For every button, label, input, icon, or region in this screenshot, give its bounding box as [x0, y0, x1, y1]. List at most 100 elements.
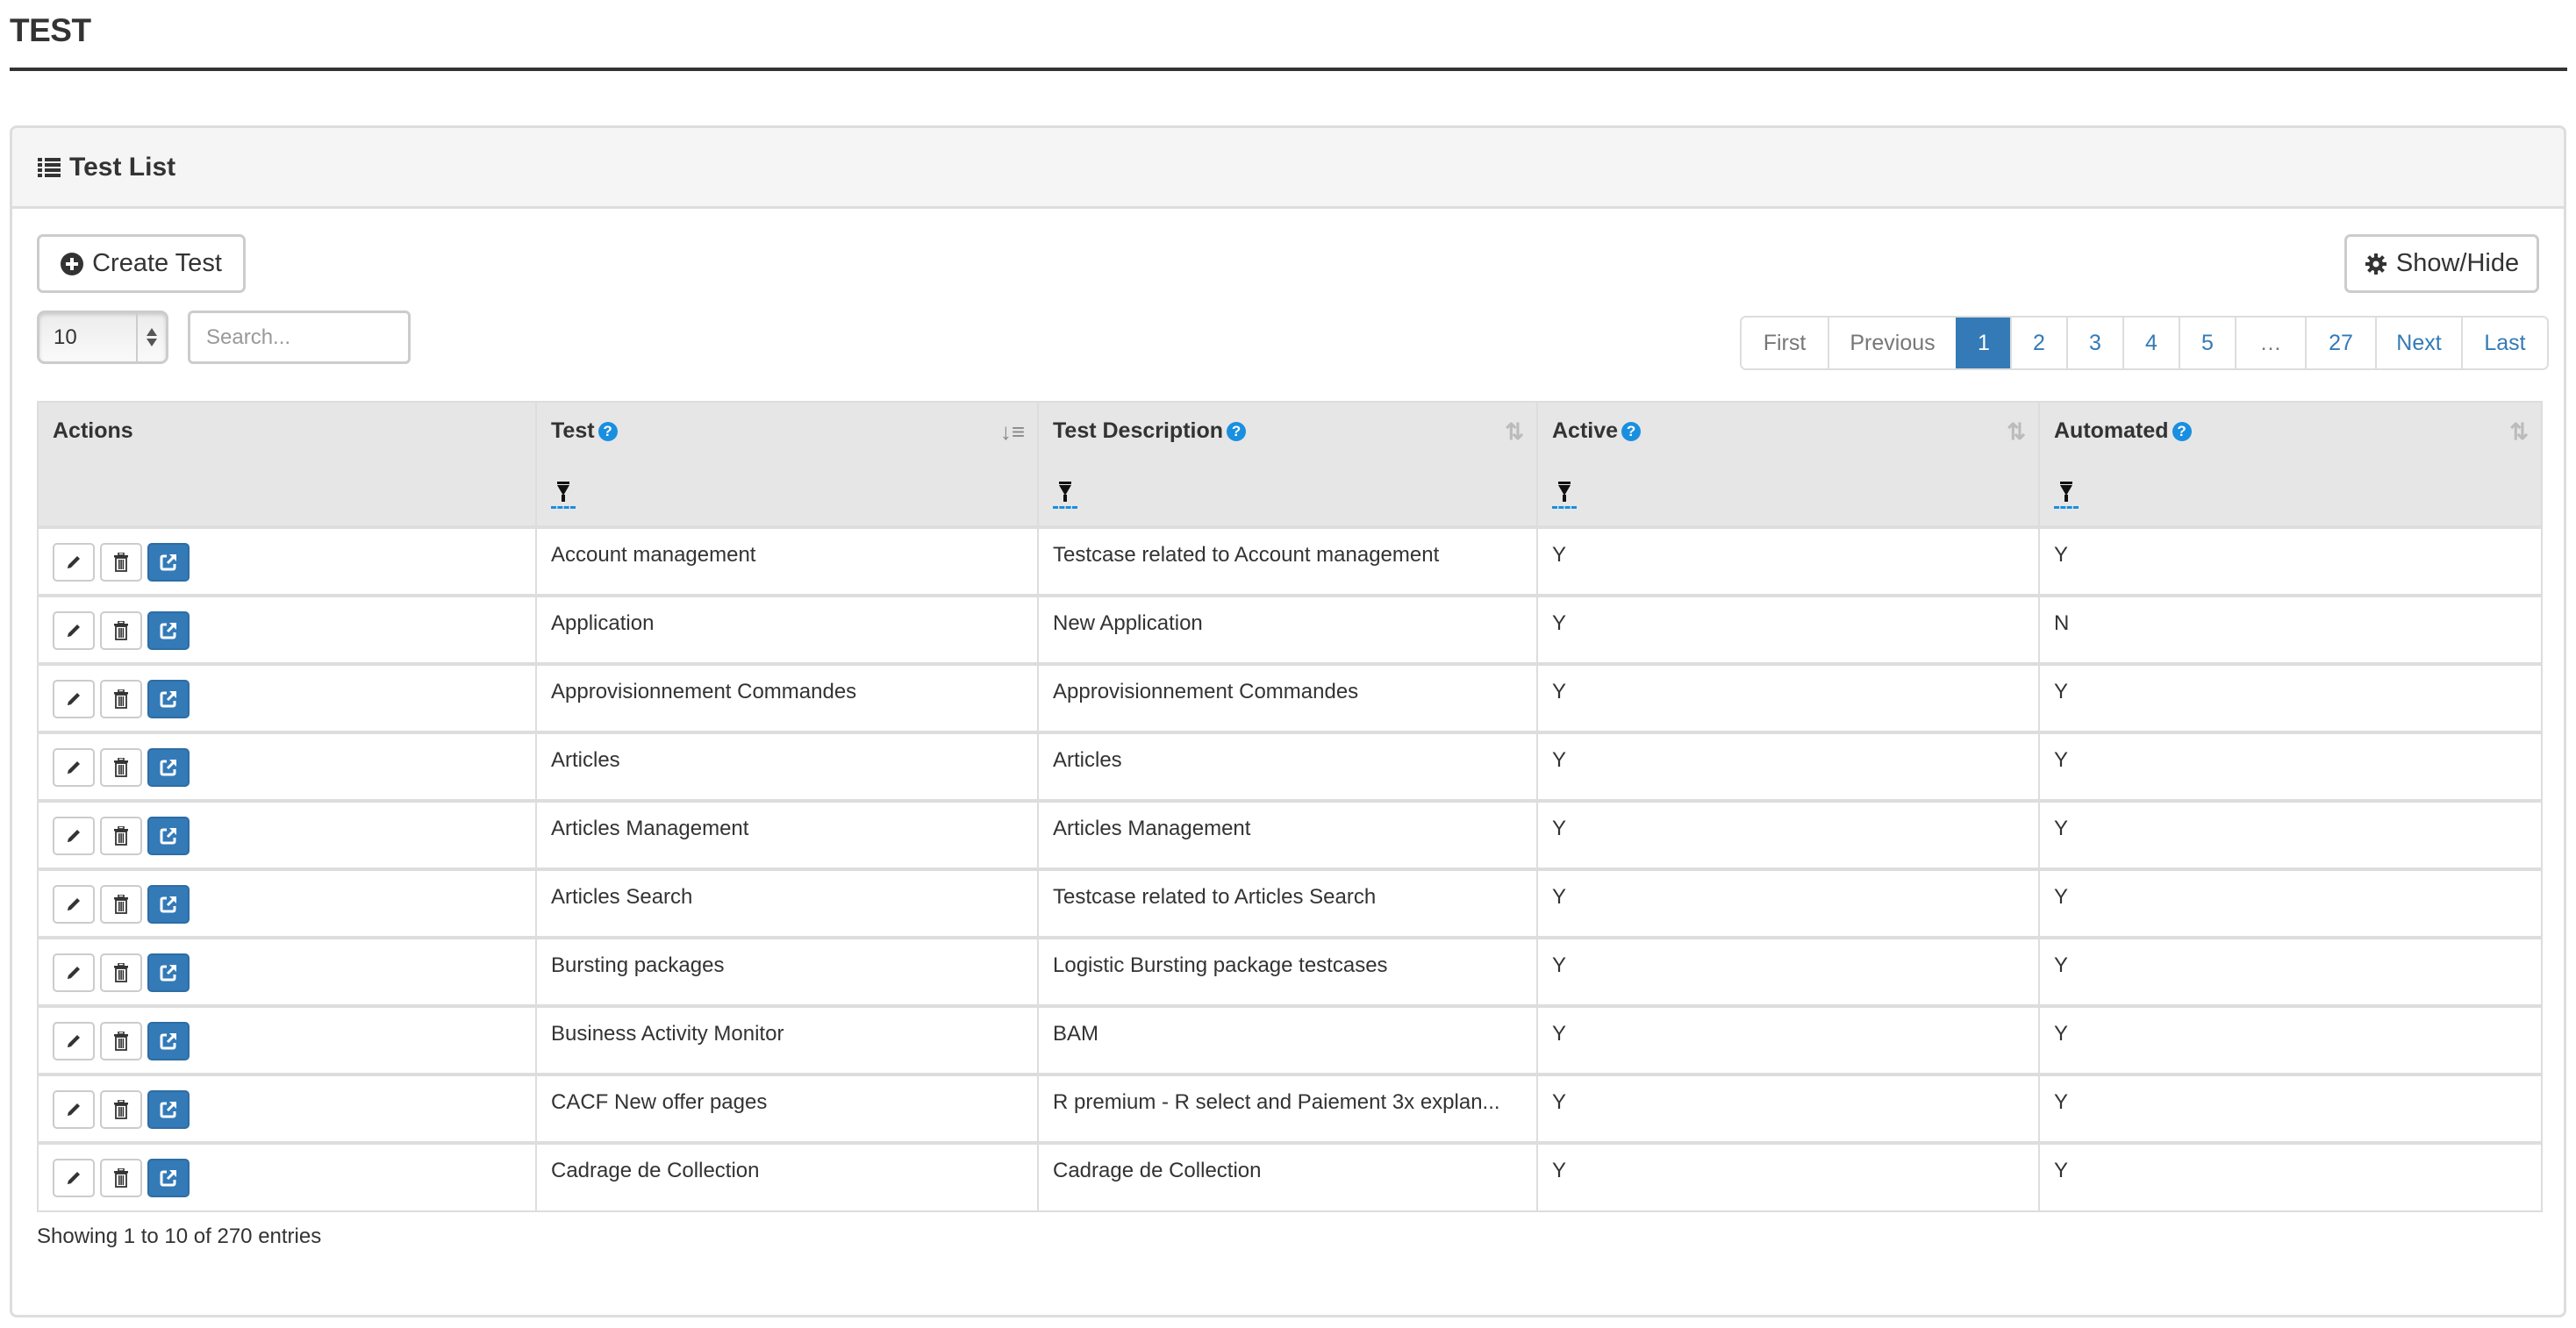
open-button[interactable]	[147, 885, 190, 924]
edit-button[interactable]	[53, 817, 95, 855]
delete-button[interactable]	[100, 611, 142, 650]
delete-button[interactable]	[100, 680, 142, 718]
open-button[interactable]	[147, 817, 190, 855]
help-icon[interactable]: ?	[597, 422, 618, 441]
edit-button[interactable]	[53, 611, 95, 650]
create-test-label: Create Test	[92, 249, 222, 277]
edit-icon	[65, 827, 82, 845]
page-button[interactable]: 5	[2179, 318, 2235, 368]
list-icon	[38, 157, 61, 178]
delete-button[interactable]	[100, 1090, 142, 1129]
sort-ascending-icon[interactable]: ↓≡	[1000, 418, 1025, 446]
column-filter-button[interactable]	[1552, 480, 1577, 509]
open-button[interactable]	[147, 611, 190, 650]
open-button[interactable]	[147, 953, 190, 992]
table-row[interactable]: Bursting packages Logistic Bursting packa…	[37, 936, 2543, 1007]
page-button[interactable]: 2	[2010, 318, 2066, 368]
edit-button[interactable]	[53, 1159, 95, 1197]
delete-button[interactable]	[100, 1022, 142, 1060]
column-header[interactable]: Test? ↓≡	[535, 401, 1039, 466]
page-button[interactable]: 3	[2066, 318, 2122, 368]
column-filter-button[interactable]	[2054, 480, 2079, 509]
cell-active: Y	[1536, 731, 2040, 802]
table-row[interactable]: Cadrage de Collection Cadrage de Collecti…	[37, 1141, 2543, 1212]
delete-button[interactable]	[100, 748, 142, 787]
cell-description: Articles Management	[1037, 799, 1538, 870]
page-button[interactable]: …	[2235, 318, 2305, 368]
page-button[interactable]: 1	[1956, 318, 2010, 368]
table-info: Showing 1 to 10 of 270 entries	[37, 1224, 322, 1248]
edit-button[interactable]	[53, 1022, 95, 1060]
cell-description: New Application	[1037, 594, 1538, 665]
sort-icon[interactable]: ⇅	[1505, 418, 1524, 446]
delete-button[interactable]	[100, 1159, 142, 1197]
trash-icon	[113, 689, 129, 709]
column-filter-button[interactable]	[1053, 480, 1077, 509]
cell-test: CACF New offer pages	[535, 1073, 1039, 1144]
cell-automated: Y	[2038, 1073, 2543, 1144]
delete-button[interactable]	[100, 953, 142, 992]
open-button[interactable]	[147, 1159, 190, 1197]
delete-button[interactable]	[100, 817, 142, 855]
table-row[interactable]: Approvisionnement Commandes Approvisionne…	[37, 662, 2543, 733]
page-button[interactable]: 27	[2305, 318, 2375, 368]
test-table: Actions Test? ↓≡ Test Description? ⇅ Active? ⇅…	[37, 401, 2543, 1212]
cell-description: Testcase related to Account management	[1037, 525, 1538, 596]
open-button[interactable]	[147, 748, 190, 787]
help-icon[interactable]: ?	[1227, 422, 1247, 441]
edit-button[interactable]	[53, 1090, 95, 1129]
open-button[interactable]	[147, 1022, 190, 1060]
trash-icon	[113, 621, 129, 640]
edit-button[interactable]	[53, 953, 95, 992]
table-row[interactable]: Articles Articles Y Y	[37, 731, 2543, 802]
column-filter-cell	[37, 466, 537, 528]
column-filter-cell	[2038, 466, 2543, 528]
sort-icon[interactable]: ⇅	[2007, 418, 2026, 446]
table-row[interactable]: Articles Management Articles Management Y Y	[37, 799, 2543, 870]
edit-button[interactable]	[53, 885, 95, 924]
delete-button[interactable]	[100, 885, 142, 924]
table-row[interactable]: Application New Application Y N	[37, 594, 2543, 665]
column-header[interactable]: Active? ⇅	[1536, 401, 2040, 466]
cell-test: Application	[535, 594, 1039, 665]
edit-icon	[65, 964, 82, 982]
cell-automated: Y	[2038, 1141, 2543, 1212]
column-filter-cell	[1037, 466, 1538, 528]
sort-icon[interactable]: ⇅	[2509, 418, 2529, 446]
page-button[interactable]: Previous	[1828, 318, 1956, 368]
page-button[interactable]: First	[1742, 318, 1828, 368]
title-divider	[10, 68, 2567, 71]
page-length-select[interactable]: 10	[37, 311, 168, 364]
column-header-label: Automated	[2054, 418, 2169, 443]
table-row[interactable]: Business Activity Monitor BAM Y Y	[37, 1004, 2543, 1075]
cell-test: Approvisionnement Commandes	[535, 662, 1039, 733]
open-button[interactable]	[147, 543, 190, 582]
column-header[interactable]: Automated? ⇅	[2038, 401, 2543, 466]
edit-button[interactable]	[53, 748, 95, 787]
actions-cell	[37, 936, 537, 1007]
help-icon[interactable]: ?	[2172, 422, 2192, 441]
trash-icon	[113, 826, 129, 846]
column-header[interactable]: Test Description? ⇅	[1037, 401, 1538, 466]
page-button[interactable]: 4	[2122, 318, 2179, 368]
gear-icon	[2365, 253, 2386, 275]
open-button[interactable]	[147, 1090, 190, 1129]
table-row[interactable]: Account management Testcase related to Ac…	[37, 525, 2543, 596]
page-button[interactable]: Next	[2375, 318, 2461, 368]
actions-cell	[37, 525, 537, 596]
search-input[interactable]	[188, 311, 411, 364]
edit-button[interactable]	[53, 680, 95, 718]
table-row[interactable]: CACF New offer pages R premium - R select…	[37, 1073, 2543, 1144]
edit-button[interactable]	[53, 543, 95, 582]
cell-active: Y	[1536, 594, 2040, 665]
help-icon[interactable]: ?	[1621, 422, 1642, 441]
edit-icon	[65, 690, 82, 708]
create-test-button[interactable]: Create Test	[37, 234, 246, 293]
delete-button[interactable]	[100, 543, 142, 582]
table-row[interactable]: Articles Search Testcase related to Artic…	[37, 867, 2543, 939]
page-button[interactable]: Last	[2461, 318, 2547, 368]
column-filter-button[interactable]	[551, 480, 576, 509]
edit-icon	[65, 1169, 82, 1187]
open-button[interactable]	[147, 680, 190, 718]
show-hide-button[interactable]: Show/Hide	[2344, 234, 2539, 293]
